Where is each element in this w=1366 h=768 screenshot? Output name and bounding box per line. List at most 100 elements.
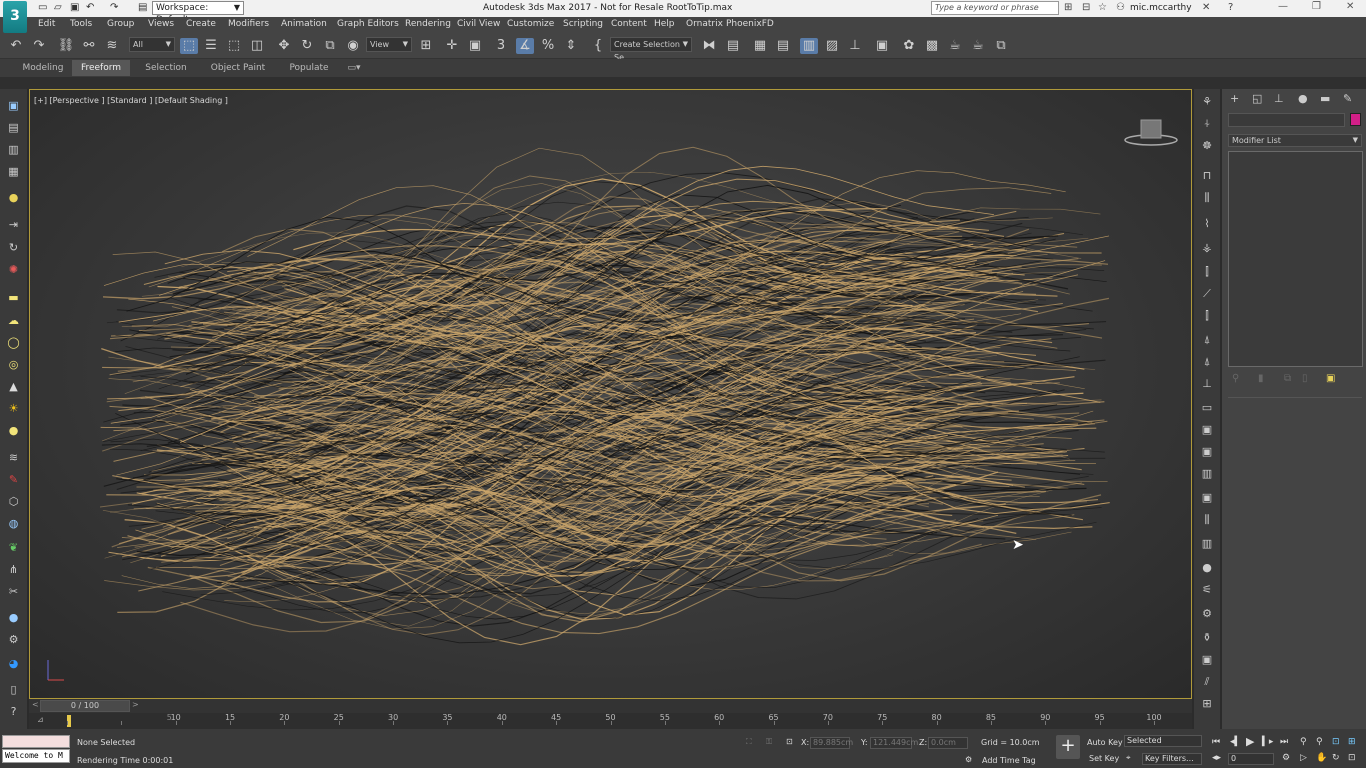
- circle-icon[interactable]: ●: [5, 422, 22, 439]
- zoom-extents-all-icon[interactable]: ⊞: [1348, 737, 1356, 747]
- ox-cache-icon[interactable]: ▣: [1198, 443, 1216, 461]
- placement-icon[interactable]: ◉: [344, 38, 362, 54]
- star-icon[interactable]: ☆: [1098, 2, 1107, 13]
- set-key-big-button[interactable]: +: [1056, 735, 1080, 759]
- ox-final-icon[interactable]: ⊞: [1198, 695, 1216, 713]
- object-color-swatch[interactable]: [1350, 113, 1361, 126]
- save-icon[interactable]: ▣: [70, 2, 79, 13]
- cut-icon[interactable]: ✂: [5, 583, 22, 600]
- play-icon[interactable]: ▶: [1246, 735, 1254, 748]
- edit-named-selection-icon[interactable]: {: [589, 38, 607, 54]
- pin-stack-icon[interactable]: ⚲: [1232, 373, 1239, 384]
- user-icon[interactable]: ⚇: [1116, 2, 1125, 13]
- ox-sphere-icon[interactable]: ●: [1198, 559, 1216, 577]
- ox-curl-icon[interactable]: ⚶: [1198, 239, 1216, 257]
- render-orb-icon[interactable]: ◕: [5, 655, 22, 672]
- app-logo-icon[interactable]: 3: [3, 1, 27, 33]
- track-bar[interactable]: ⊿ 10 15 20 25 30 35 40 45 50 55 60 65 70 75 80 85 90 95 10…: [29, 713, 1192, 729]
- ox-mat-icon[interactable]: ▣: [1198, 651, 1216, 669]
- ox-baked-icon[interactable]: ▣: [1198, 489, 1216, 507]
- menu-graph-editors[interactable]: Graph Editors: [337, 19, 399, 29]
- zoom-all-icon[interactable]: ⚲: [1316, 737, 1323, 747]
- brush-icon[interactable]: ✎: [5, 471, 22, 488]
- redo-quick-icon[interactable]: ↷: [110, 2, 118, 13]
- pan-icon[interactable]: ✋: [1316, 753, 1327, 763]
- hierarchy-tab-icon[interactable]: ⊥: [1274, 92, 1284, 105]
- subscription-icon[interactable]: ⊟: [1082, 2, 1090, 13]
- close-icon[interactable]: ✕: [1346, 1, 1354, 12]
- selection-set-dropdown[interactable]: Selected: [1124, 735, 1202, 747]
- spacewarp-icon[interactable]: ↻: [5, 239, 22, 256]
- go-to-end-icon[interactable]: ⏭: [1280, 737, 1288, 747]
- globe-icon[interactable]: ◍: [5, 515, 22, 532]
- redo-icon[interactable]: ↷: [30, 38, 48, 54]
- ox-brush-icon[interactable]: ⍋: [1198, 331, 1216, 349]
- select-manipulate-icon[interactable]: ✛: [443, 38, 461, 54]
- current-frame-field[interactable]: 0: [1228, 753, 1274, 765]
- create-selection-icon[interactable]: ▣: [5, 97, 22, 114]
- menu-tools[interactable]: Tools: [70, 19, 92, 29]
- open-file-icon[interactable]: ▱: [54, 2, 62, 13]
- selection-filter-dropdown[interactable]: All ▼: [129, 37, 175, 52]
- sphere-icon[interactable]: ◯: [5, 334, 22, 351]
- menu-modifiers[interactable]: Modifiers: [228, 19, 269, 29]
- ox-frizz-icon[interactable]: ⌇: [1198, 215, 1216, 233]
- make-unique-icon[interactable]: ⧉: [1284, 373, 1291, 384]
- track-view-icon[interactable]: ⊿: [37, 715, 44, 724]
- ox-style-icon[interactable]: ⚱: [1198, 629, 1216, 647]
- utilities-tab-icon[interactable]: ✎: [1343, 92, 1352, 105]
- menu-scripting[interactable]: Scripting: [563, 19, 603, 29]
- help-icon[interactable]: ?: [1228, 2, 1233, 13]
- scene-icon[interactable]: ▤: [5, 119, 22, 136]
- percent-snap-icon[interactable]: %: [539, 38, 557, 54]
- mesh-icon[interactable]: ⬡: [5, 493, 22, 510]
- rectangular-selection-icon[interactable]: ⬚: [225, 38, 243, 54]
- new-file-icon[interactable]: ▭: [38, 2, 47, 13]
- light-icon[interactable]: ●: [5, 189, 22, 206]
- key-mode-icon[interactable]: ⌖: [1126, 753, 1131, 763]
- snaps-toggle-icon[interactable]: 3: [492, 38, 510, 54]
- project-folder-icon[interactable]: ▤: [138, 2, 147, 13]
- frame-icon[interactable]: ▯: [5, 681, 22, 698]
- menu-ornatrix[interactable]: Ornatrix: [686, 19, 723, 29]
- mirror-icon[interactable]: ⧓: [700, 38, 718, 54]
- display-icon[interactable]: ▥: [5, 141, 22, 158]
- help-circle-icon[interactable]: ?: [5, 703, 22, 720]
- y-coord-field[interactable]: 121.449cm: [870, 737, 918, 749]
- search-input[interactable]: Type a keyword or phrase: [931, 1, 1059, 15]
- absolute-mode-icon[interactable]: ⊡: [786, 737, 793, 746]
- render-setup-icon[interactable]: ✿: [900, 38, 918, 54]
- hair-icon[interactable]: ≋: [5, 449, 22, 466]
- keyboard-shortcut-override-icon[interactable]: ▣: [466, 38, 484, 54]
- maxscript-listener[interactable]: Welcome to M: [2, 749, 70, 763]
- ox-clump-icon[interactable]: ⊓: [1198, 167, 1216, 185]
- ox-scatter-icon[interactable]: ⚟: [1198, 581, 1216, 599]
- named-selection-dropdown[interactable]: Create Selection Se ▼: [610, 37, 692, 62]
- go-to-start-icon[interactable]: ⏮: [1212, 737, 1220, 747]
- ox-strands-icon[interactable]: ⍭: [1198, 115, 1216, 133]
- move-icon[interactable]: ✥: [275, 38, 293, 54]
- ox-strand-group-icon[interactable]: ⫼: [1198, 511, 1216, 529]
- cone-icon[interactable]: ▲: [5, 378, 22, 395]
- ox-render-icon[interactable]: ▣: [1198, 421, 1216, 439]
- ox-edit-icon[interactable]: ⫼: [1198, 189, 1216, 207]
- prev-frame-arrow-icon[interactable]: <: [32, 700, 39, 709]
- plane-icon[interactable]: ▬: [5, 289, 22, 306]
- particle-icon[interactable]: ✺: [5, 261, 22, 278]
- viewcube-icon[interactable]: [1123, 118, 1179, 148]
- undo-quick-icon[interactable]: ↶: [86, 2, 94, 13]
- key-mode-toggle-icon[interactable]: ◂▸: [1212, 753, 1221, 763]
- ox-push-icon[interactable]: ⫿: [1198, 307, 1216, 325]
- menu-animation[interactable]: Animation: [281, 19, 327, 29]
- ribbon-toggle-icon[interactable]: ▥: [800, 38, 818, 54]
- ox-hair-icon[interactable]: ☸: [1198, 137, 1216, 155]
- ox-mesh-icon[interactable]: ▭: [1198, 399, 1216, 417]
- lock-icon[interactable]: ⚿: [766, 737, 772, 747]
- time-tag-icon[interactable]: ⚙: [965, 755, 972, 764]
- ox-surface-icon[interactable]: ⍋: [1198, 353, 1216, 371]
- next-frame-arrow-icon[interactable]: >: [132, 700, 139, 709]
- modifier-stack[interactable]: [1228, 151, 1363, 367]
- curve-editor-icon[interactable]: ▨: [823, 38, 841, 54]
- menu-views[interactable]: Views: [148, 19, 174, 29]
- next-frame-icon[interactable]: ▍▸: [1262, 737, 1273, 747]
